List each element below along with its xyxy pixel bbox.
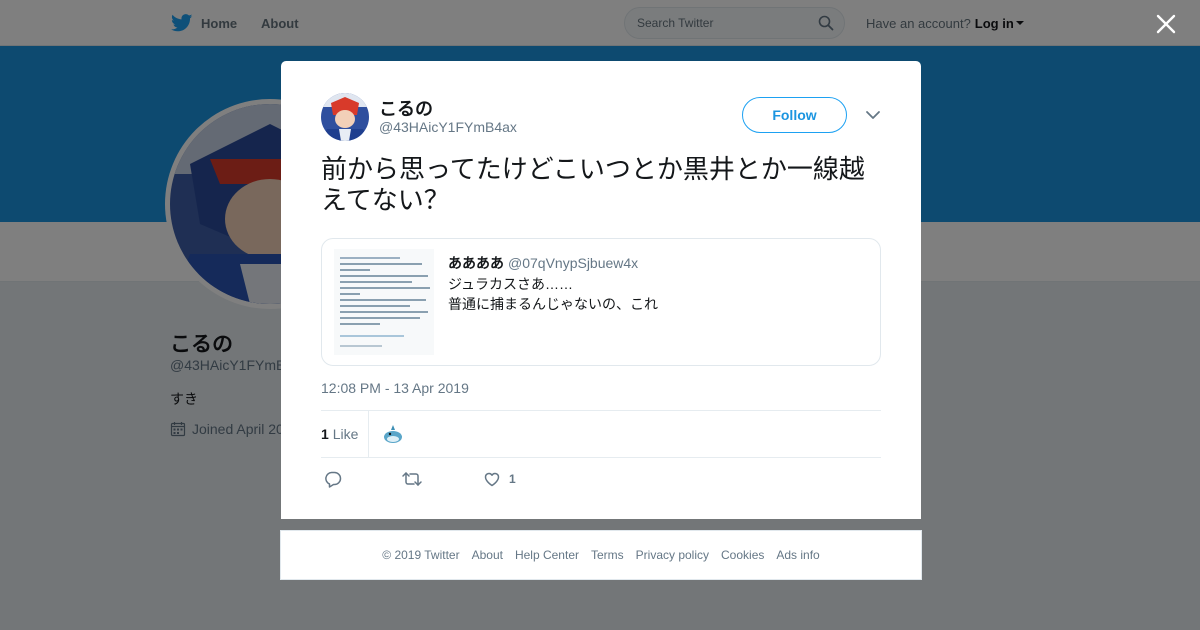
tweet-timestamp[interactable]: 12:08 PM - 13 Apr 2019 [321,380,469,396]
retweet-button[interactable] [401,469,423,489]
footer-link-terms[interactable]: Terms [591,548,624,562]
footer-link-help-center[interactable]: Help Center [515,548,579,562]
like-button[interactable]: 1 [483,469,516,489]
quoted-tweet-author: ああああ @07qVnypSjbuew4x [448,253,638,273]
tweet-text: 前から思ってたけどこいつとか黒井とか一線越えてない？ [321,155,865,216]
likes-stat-count: 1 [321,426,329,442]
follow-button[interactable]: Follow [742,97,847,133]
tweet-actions: 1 [321,469,881,493]
likes-stat[interactable]: 1 Like [321,411,370,457]
quoted-tweet-thumbnail [334,249,434,355]
likes-stat-label: Like [332,426,359,442]
quoted-author-handle: @07qVnypSjbuew4x [508,255,639,271]
quoted-tweet-text-line2: 普通に捕まるんじゃないの、これ [448,296,658,312]
author-avatar-image [321,93,369,141]
tweet-stats: 1 Like [321,410,881,458]
retweet-icon [402,472,422,486]
footer-link-ads-info[interactable]: Ads info [776,548,819,562]
footer-link-about[interactable]: About [472,548,503,562]
author-avatar[interactable] [321,93,369,141]
heart-icon [484,472,500,487]
close-icon[interactable] [1154,12,1178,36]
author-handle[interactable]: @43HAicY1FYmB4ax [379,119,517,135]
footer-link-cookies[interactable]: Cookies [721,548,764,562]
chevron-down-icon[interactable] [865,109,881,121]
quoted-tweet-text-line1: ジュラカスさあ…… [448,276,574,292]
author-name[interactable]: こるの [379,95,433,121]
footer-link-privacy-policy[interactable]: Privacy policy [636,548,709,562]
quoted-author-name: ああああ [448,255,504,271]
modal-footer: © 2019 Twitter About Help Center Terms P… [280,530,922,580]
like-button-count: 1 [509,472,516,486]
reply-icon [325,471,342,488]
quoted-tweet[interactable]: ああああ @07qVnypSjbuew4x ジュラカスさあ…… 普通に捕まるんじゃ… [321,238,881,366]
tweet-modal: こるの @43HAicY1FYmB4ax Follow 前から思ってたけどこいつ… [281,61,921,519]
reply-button[interactable] [324,469,342,489]
liker-avatar-image [380,421,406,447]
liker-avatar[interactable] [380,421,406,447]
footer-copyright: © 2019 Twitter [382,548,460,562]
